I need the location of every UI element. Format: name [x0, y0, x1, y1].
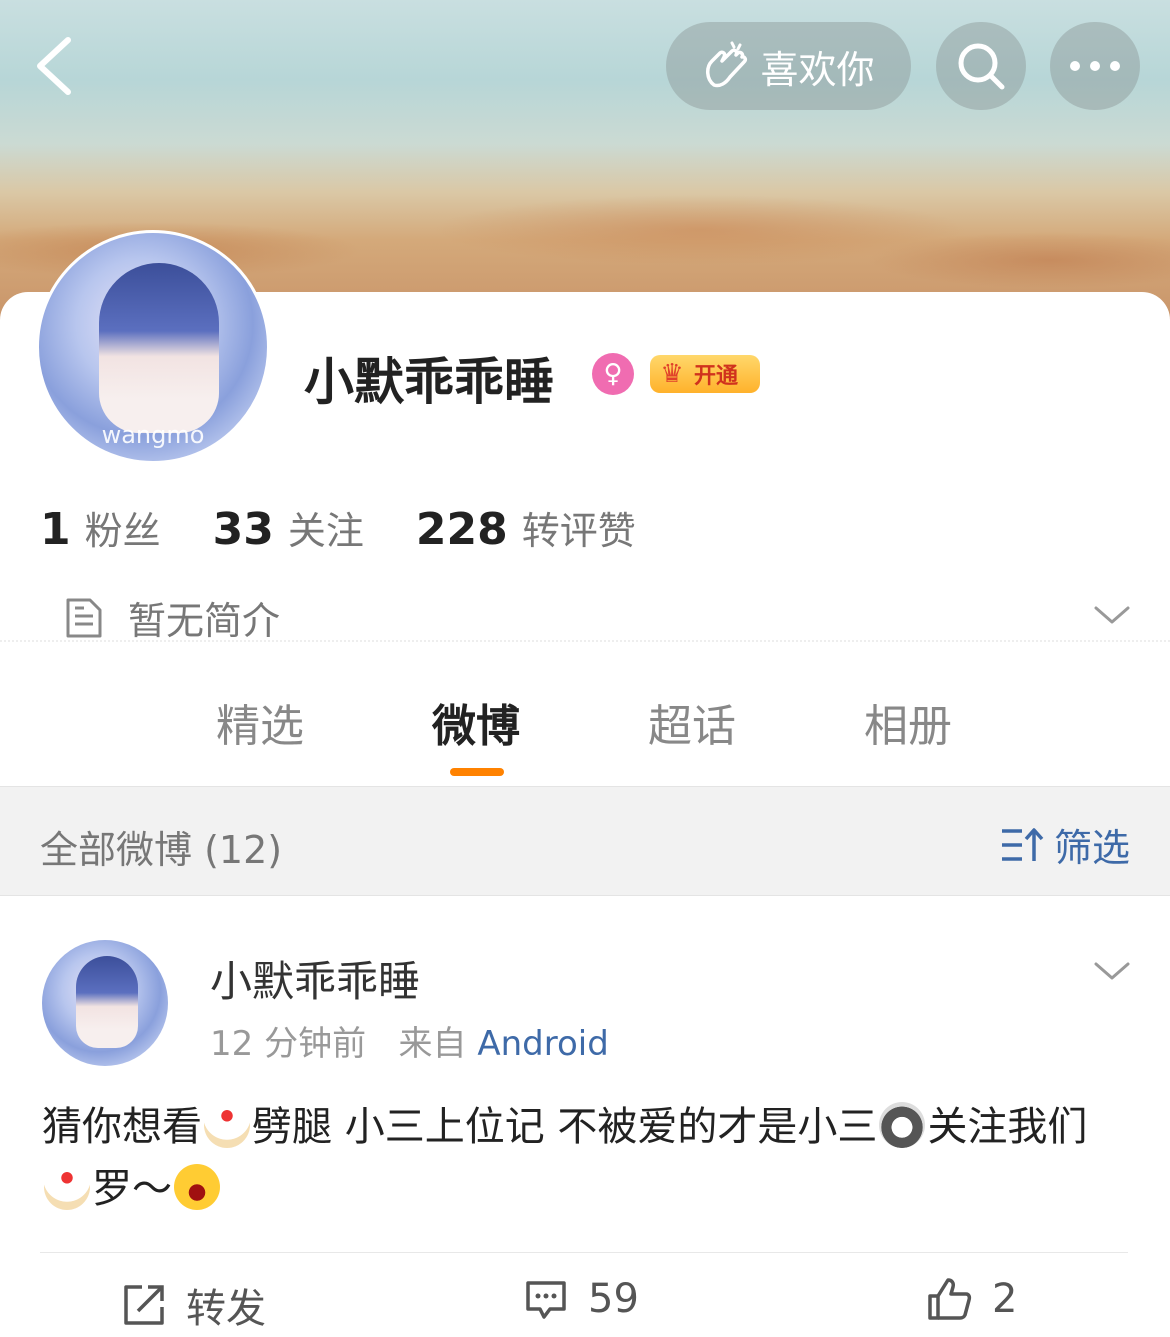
post-actions: 转发 59 2	[0, 1276, 1170, 1336]
tab-super-topic[interactable]: 超话	[648, 690, 736, 754]
more-options-button[interactable]	[1050, 22, 1140, 110]
comment-icon	[526, 1281, 566, 1319]
comment-button[interactable]: 59	[524, 1276, 639, 1322]
like-count: 2	[992, 1276, 1018, 1322]
all-posts-label[interactable]: 全部微博 (12)	[40, 819, 282, 874]
stat-label: 关注	[287, 509, 364, 553]
post-author-name[interactable]: 小默乖乖睡	[210, 948, 420, 1009]
search-icon	[958, 43, 1005, 90]
profile-username: 小默乖乖睡	[304, 353, 554, 411]
filter-button[interactable]: 筛选	[1000, 817, 1130, 872]
hand-heart-icon	[706, 41, 748, 88]
like-you-button[interactable]: 喜欢你	[666, 22, 911, 110]
stat-number: 228	[415, 504, 508, 555]
chevron-down-icon[interactable]	[1092, 600, 1132, 630]
profile-avatar[interactable]: wangmo	[36, 230, 270, 464]
post-meta: 12 分钟前 来自 Android	[210, 1016, 609, 1065]
cat-emoji-icon	[879, 1102, 926, 1148]
stat-label: 转评赞	[521, 509, 636, 553]
post-author-avatar[interactable]	[42, 940, 168, 1066]
more-dots-icon	[1070, 61, 1120, 71]
vip-open-label: 开通	[694, 364, 739, 389]
bio-row[interactable]: 暂无简介	[64, 590, 280, 645]
posts-filter-bar: 全部微博 (12) 筛选	[0, 786, 1170, 896]
tab-album[interactable]: 相册	[864, 690, 952, 754]
post-text: 猜你想看 劈腿 小三上位记 不被爱的才是小三 关注我们罗～	[42, 1096, 1132, 1220]
filter-label: 筛选	[1054, 826, 1131, 870]
laughing-emoji-icon	[174, 1164, 220, 1210]
profile-stats: 1 粉丝 33 关注 228 转评赞	[40, 500, 688, 555]
profile-tabs: 精选 微博 超话 相册	[0, 690, 1170, 760]
avatar-illustration	[99, 263, 219, 433]
vip-open-badge[interactable]: ♛ 开通	[650, 355, 760, 393]
chicken-emoji-icon	[204, 1102, 250, 1148]
divider	[0, 640, 1170, 644]
document-icon	[66, 598, 102, 637]
avatar-illustration	[76, 956, 138, 1048]
sort-filter-icon	[1002, 827, 1044, 861]
post-source[interactable]: Android	[477, 1024, 608, 1064]
post-text-part: 关注我们	[927, 1104, 1088, 1150]
avatar-watermark: wangmo	[101, 421, 205, 449]
following-stat[interactable]: 33 关注	[213, 500, 364, 555]
like-button[interactable]: 2	[926, 1276, 1017, 1322]
chicken-emoji-icon	[44, 1164, 90, 1210]
search-button[interactable]	[936, 22, 1026, 110]
followers-stat[interactable]: 1 粉丝	[40, 500, 161, 555]
post-time: 12 分钟前	[210, 1024, 367, 1064]
bio-text: 暂无简介	[128, 599, 281, 643]
post-text-part: 劈腿 小三上位记 不被爱的才是小三	[252, 1104, 878, 1150]
interactions-stat[interactable]: 228 转评赞	[416, 500, 636, 555]
active-tab-indicator	[450, 768, 504, 776]
tab-featured[interactable]: 精选	[216, 690, 304, 754]
crown-icon: ♛	[660, 359, 684, 389]
back-arrow-icon[interactable]	[30, 34, 80, 98]
female-gender-icon: ♀	[592, 353, 634, 395]
post-source-prefix: 来自	[398, 1024, 467, 1064]
thumbs-up-icon	[928, 1278, 972, 1320]
stat-number: 1	[40, 504, 71, 555]
chevron-down-icon[interactable]	[1092, 956, 1132, 986]
repost-label: 转发	[186, 1286, 266, 1332]
stat-number: 33	[212, 504, 274, 555]
tab-weibo[interactable]: 微博	[432, 690, 520, 754]
like-you-label: 喜欢你	[760, 47, 875, 92]
post-text-part: 猜你想看	[42, 1104, 202, 1150]
stat-label: 粉丝	[84, 509, 161, 553]
repost-button[interactable]: 转发	[122, 1276, 266, 1334]
comment-count: 59	[588, 1276, 639, 1322]
post-text-part: 罗～	[92, 1166, 172, 1212]
divider	[40, 1252, 1128, 1253]
share-icon	[124, 1285, 164, 1325]
